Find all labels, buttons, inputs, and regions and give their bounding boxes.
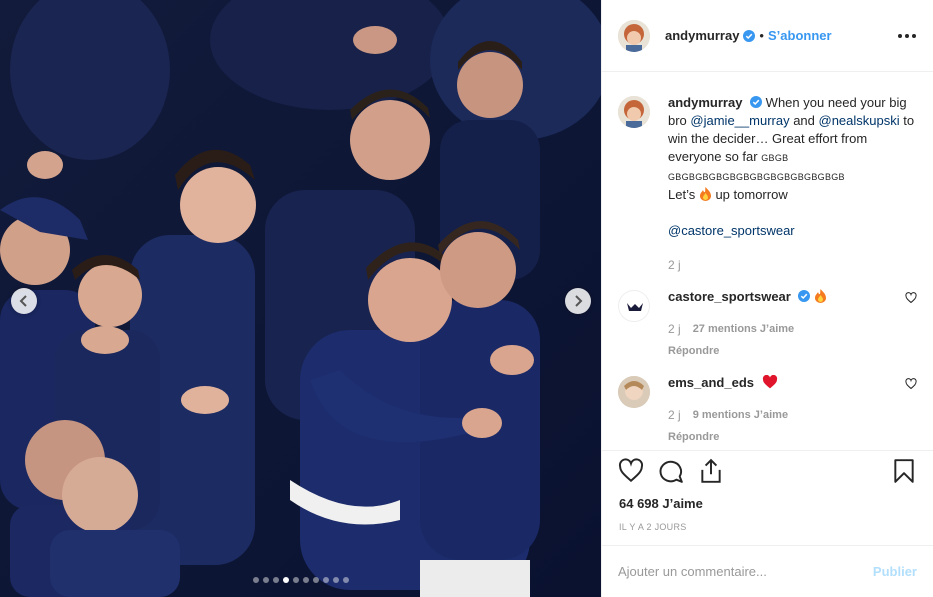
carousel-dot [313,577,319,583]
avatar[interactable] [618,376,650,408]
comment-username[interactable]: castore_sportswear [668,289,791,304]
mention-link[interactable]: @nealskupski [819,113,900,128]
post-photo[interactable] [0,0,601,597]
verified-badge-icon [798,290,811,302]
carousel-dot [323,577,329,583]
comment-item: ems_and_eds 2 j 9 mentions J’aime Répond… [618,374,917,446]
caption-body: andymurray When you need your big bro @j… [668,94,917,274]
comment-item: castore_sportswear 2 j 27 mentions J’aim… [618,288,917,360]
caption-text: and [789,113,819,128]
avatar-image [618,19,650,52]
mention-link[interactable]: @castore_sportswear [668,223,795,238]
publish-button[interactable]: Publier [873,564,917,579]
carousel-dot [283,577,289,583]
reply-button[interactable]: Répondre [668,342,917,360]
carousel-dot [263,577,269,583]
caption-text: GBGB [761,153,789,163]
carousel-prev-button[interactable] [11,288,37,314]
caption-text: GBGBGBGBGBGBGBGBGBGBGBGBGB [668,172,845,182]
caption: andymurray When you need your big bro @j… [618,94,917,274]
comment-bubble-icon[interactable] [658,458,684,484]
avatar-image [618,96,650,128]
caption-username[interactable]: andymurray [668,95,742,110]
post-actions [602,450,933,490]
reply-button[interactable]: Répondre [668,428,917,446]
avatar[interactable] [618,96,650,128]
carousel-dot [273,577,279,583]
comment-likes[interactable]: 27 mentions J’aime [693,320,795,338]
bookmark-icon[interactable] [891,458,917,484]
like-heart-icon[interactable] [618,457,644,484]
avatar-image [618,376,650,408]
like-comment-heart-icon[interactable] [905,378,917,390]
mention-link[interactable]: @jamie__murray [690,113,789,128]
share-icon[interactable] [698,458,724,484]
comment-username[interactable]: ems_and_eds [668,375,754,390]
verified-badge-icon [743,29,756,42]
likes-count[interactable]: 64 698 J’aime [619,496,703,511]
add-comment-bar: Publier [602,545,933,597]
post-header: andymurray • S’abonner [602,0,933,72]
comment-input[interactable] [618,564,873,579]
post-timestamp[interactable]: IL Y A 2 JOURS [619,522,687,532]
avatar[interactable] [618,19,650,52]
like-comment-heart-icon[interactable] [905,292,917,304]
carousel-dot [253,577,259,583]
post-author-username[interactable]: andymurray [665,28,739,43]
comment-meta: 2 j 9 mentions J’aime [668,406,917,424]
post-sidebar: andymurray • S’abonner andymurray When y… [601,0,933,597]
fire-emoji-icon [815,289,827,303]
chevron-right-icon [575,295,583,307]
red-heart-emoji-icon [762,374,777,389]
fire-emoji-icon [699,187,711,201]
caption-time[interactable]: 2 j [668,256,681,274]
comment-likes[interactable]: 9 mentions J’aime [693,406,788,424]
carousel-dot [343,577,349,583]
carousel-indicator [253,577,349,583]
comment-time[interactable]: 2 j [668,320,681,338]
post-image [0,0,601,597]
carousel-dot [303,577,309,583]
comment-meta: 2 j 27 mentions J’aime [668,320,917,338]
follow-button[interactable]: S’abonner [768,28,832,43]
carousel-dot [333,577,339,583]
caption-text: up tomorrow [711,187,788,202]
carousel-dot [293,577,299,583]
chevron-left-icon [19,295,27,307]
avatar[interactable] [618,290,650,322]
verified-badge-icon [750,96,763,108]
caption-meta: 2 j [668,256,917,274]
more-options-icon[interactable] [897,33,917,38]
comment-body: ems_and_eds 2 j 9 mentions J’aime Répond… [668,374,917,446]
castore-logo-icon [627,303,643,311]
caption-text: Let’s [668,187,699,202]
comment-body: castore_sportswear 2 j 27 mentions J’aim… [668,288,917,360]
separator: • [759,28,764,43]
comment-time[interactable]: 2 j [668,406,681,424]
comments-list: andymurray When you need your big bro @j… [602,72,933,450]
carousel-next-button[interactable] [565,288,591,314]
